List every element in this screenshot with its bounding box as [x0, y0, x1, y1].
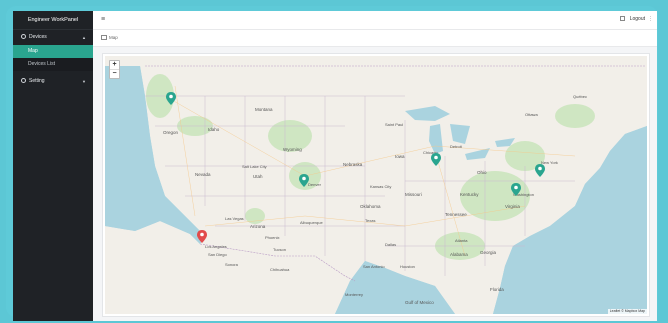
- chevron-down-icon: ▼: [82, 79, 86, 84]
- devices-icon: [21, 34, 26, 40]
- breadcrumb-current: Map: [109, 35, 118, 40]
- zoom-control: + −: [109, 60, 120, 79]
- map-marker-new-york[interactable]: [535, 164, 545, 177]
- zoom-in-button[interactable]: +: [110, 61, 119, 69]
- chevron-up-icon: ▲: [82, 35, 86, 40]
- app-window: Engineer WorkPanel Devices ▲ Map Devices…: [13, 11, 657, 321]
- sidebar-group-devices[interactable]: Devices ▲: [13, 30, 93, 45]
- gear-icon: [21, 78, 26, 84]
- map-view[interactable]: Las Vegas Los Angeles Albuquerque Phoeni…: [105, 56, 647, 314]
- sidebar-item-label: Map: [28, 48, 38, 54]
- map-marker-washington[interactable]: [511, 183, 521, 196]
- breadcrumb-map-icon: [101, 35, 107, 41]
- sidebar-group-setting[interactable]: Setting ▼: [13, 74, 93, 89]
- sidebar-item-map[interactable]: Map: [13, 45, 93, 58]
- sidebar-group-label: Devices: [29, 34, 47, 40]
- markers-layer: [166, 92, 545, 243]
- top-header: ≡ Logout ⋮: [93, 11, 657, 30]
- hamburger-icon[interactable]: ≡: [101, 16, 105, 23]
- breadcrumb: Map: [93, 30, 657, 47]
- map-attribution[interactable]: Leaflet © Mapbox Map: [607, 309, 647, 314]
- map-marker-denver[interactable]: [299, 174, 309, 187]
- logout-button[interactable]: Logout: [630, 16, 645, 23]
- sidebar-item-label: Devices List: [28, 61, 55, 67]
- brand-title: Engineer WorkPanel: [13, 11, 93, 30]
- zoom-out-button[interactable]: −: [110, 69, 119, 78]
- map-marker-los-angeles[interactable]: [197, 230, 207, 243]
- more-icon[interactable]: ⋮: [648, 16, 653, 23]
- map-marker-chicago[interactable]: [431, 153, 441, 166]
- fullscreen-icon[interactable]: [620, 16, 625, 21]
- sidebar: Engineer WorkPanel Devices ▲ Map Devices…: [13, 11, 93, 321]
- map-marker-seattle[interactable]: [166, 92, 176, 105]
- map-card: Las Vegas Los Angeles Albuquerque Phoeni…: [102, 53, 650, 317]
- sidebar-group-label: Setting: [29, 78, 45, 84]
- sidebar-item-devices-list[interactable]: Devices List: [13, 58, 93, 71]
